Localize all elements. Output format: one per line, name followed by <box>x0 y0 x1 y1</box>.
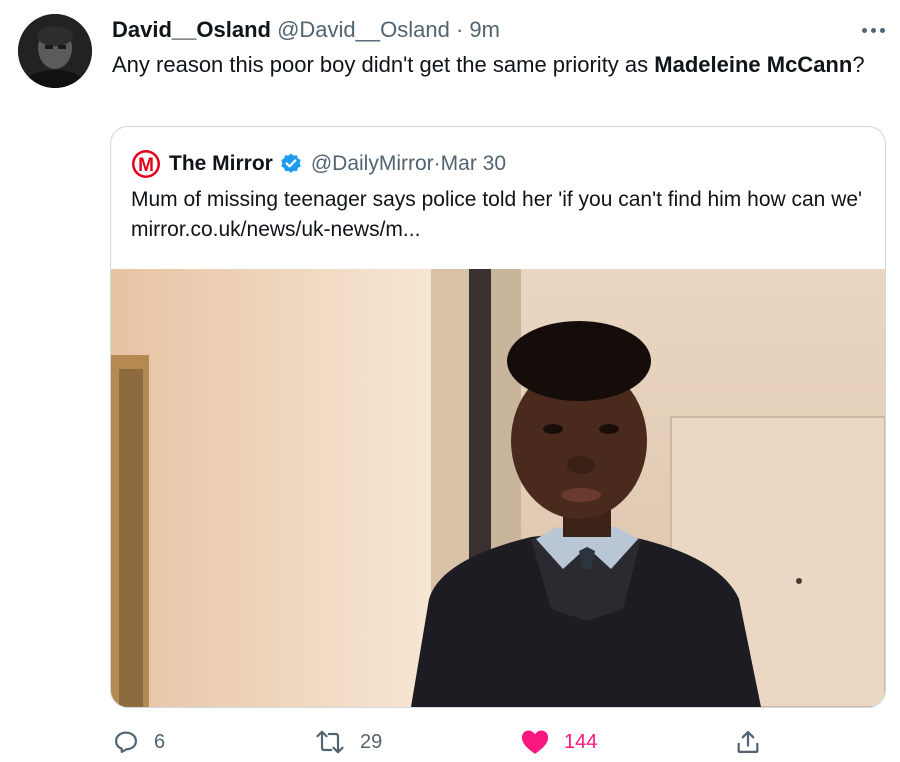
mirror-logo-icon: M <box>132 150 160 178</box>
tweet-text-start: Any reason this poor boy didn't get the … <box>112 52 655 77</box>
retweet-count: 29 <box>360 730 383 753</box>
reply-icon <box>114 731 138 754</box>
tweet-header: David__Osland @David__Osland · 9m <box>112 15 500 45</box>
retweet-button[interactable]: 29 <box>314 726 382 758</box>
tweet-text: Any reason this poor boy didn't get the … <box>112 49 872 81</box>
tweet-time[interactable]: 9m <box>469 17 500 42</box>
mirror-logo-letter: M <box>138 155 154 176</box>
dot-icon <box>870 27 876 33</box>
heart-icon <box>521 730 549 754</box>
more-options-button[interactable] <box>856 18 890 42</box>
like-button[interactable]: 144 <box>520 726 597 758</box>
like-count: 144 <box>564 730 598 753</box>
quoted-date[interactable]: Mar 30 <box>441 152 506 176</box>
verified-badge-icon <box>281 153 301 173</box>
header-separator: · <box>449 17 470 42</box>
quoted-handle[interactable]: @DailyMirror <box>311 152 434 176</box>
tweet-text-bold: Madeleine McCann <box>654 52 853 77</box>
quoted-tweet-header: M The Mirror @DailyMirror · Mar 30 <box>131 149 506 179</box>
reply-button[interactable]: 6 <box>112 726 165 758</box>
quoted-separator: · <box>433 152 441 175</box>
quoted-tweet-photo[interactable] <box>111 269 885 707</box>
user-handle[interactable]: @David__Osland <box>277 17 450 42</box>
reply-count: 6 <box>154 730 166 753</box>
quoted-tweet-text: Mum of missing teenager says police told… <box>131 188 863 241</box>
display-name[interactable]: David__Osland <box>112 17 271 42</box>
tweet-text-end: ? <box>852 52 865 77</box>
retweet-icon <box>316 730 344 754</box>
avatar[interactable] <box>18 14 92 88</box>
dot-icon <box>879 27 885 33</box>
quoted-display-name[interactable]: The Mirror <box>169 152 273 176</box>
dot-icon <box>861 27 867 33</box>
share-button[interactable] <box>734 726 762 758</box>
share-icon <box>737 730 759 754</box>
quoted-tweet[interactable]: M The Mirror @DailyMirror · Mar 30 Mum o… <box>110 126 886 708</box>
